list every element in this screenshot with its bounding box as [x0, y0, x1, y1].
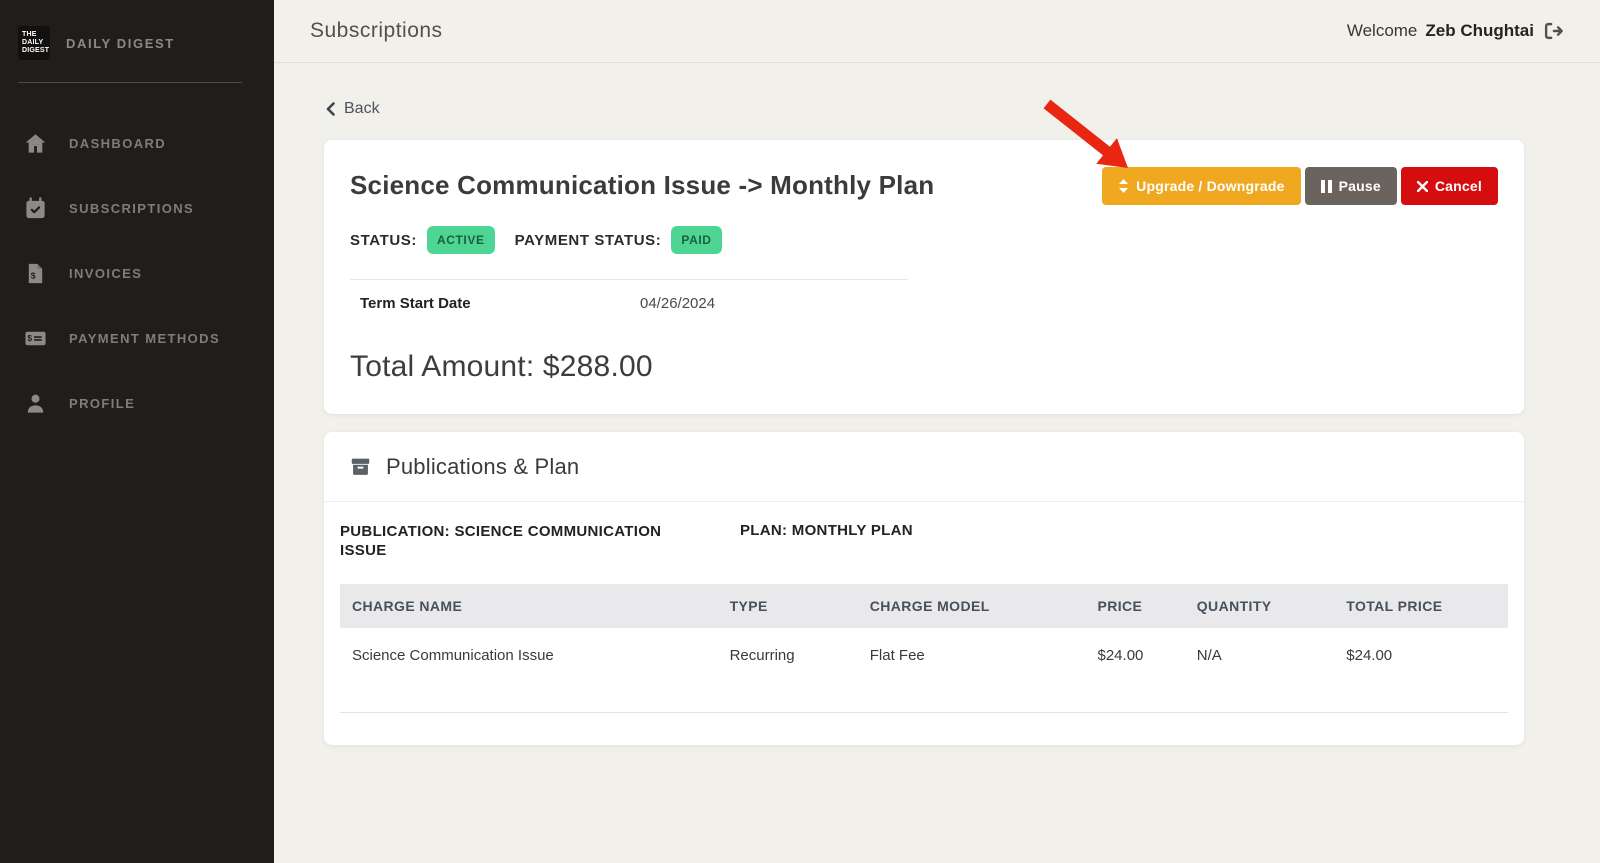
term-divider [350, 279, 908, 280]
upgrade-downgrade-button[interactable]: Upgrade / Downgrade [1102, 167, 1301, 205]
home-icon [25, 134, 46, 153]
sidebar-item-label: DASHBOARD [69, 136, 167, 151]
charges-table-header-row: CHARGE NAME TYPE CHARGE MODEL PRICE QUAN… [340, 584, 1508, 628]
cancel-label: Cancel [1434, 178, 1482, 194]
pause-label: Pause [1338, 178, 1381, 194]
invoice-icon: $ [28, 263, 43, 284]
sidebar-item-profile[interactable]: PROFILE [0, 371, 274, 436]
term-start-value: 04/26/2024 [640, 295, 716, 312]
subscription-title: Science Communication Issue -> Monthly P… [350, 170, 935, 200]
back-label: Back [344, 100, 380, 117]
user-icon [27, 394, 44, 413]
sidebar: THE DAILY DIGEST DAILY DIGEST DASHBOARD … [0, 0, 274, 863]
status-row: STATUS: ACTIVE PAYMENT STATUS: PAID [350, 226, 722, 254]
status-badge: ACTIVE [426, 226, 495, 254]
subscription-card: Science Communication Issue -> Monthly P… [324, 140, 1524, 414]
svg-text:$: $ [27, 334, 32, 343]
publications-card-title: Publications & Plan [386, 453, 580, 479]
sidebar-item-label: PROFILE [69, 396, 136, 411]
plan-label: PLAN: MONTHLY PLAN [740, 522, 913, 539]
cell-quantity: N/A [1196, 647, 1222, 664]
col-total-price: TOTAL PRICE [1336, 584, 1508, 628]
publications-card-header: Publications & Plan [324, 432, 1524, 502]
pause-icon [1320, 179, 1332, 193]
cell-type: Recurring [729, 647, 795, 664]
publication-plan-row: PUBLICATION: SCIENCE COMMUNICATION ISSUE… [340, 522, 1508, 570]
cell-charge-name: Science Communication Issue [352, 647, 554, 664]
welcome-area: Welcome Zeb Chughtai [1347, 20, 1564, 42]
publications-card-body: PUBLICATION: SCIENCE COMMUNICATION ISSUE… [324, 502, 1524, 672]
cell-total-price: $24.00 [1346, 647, 1393, 664]
col-charge-model: CHARGE MODEL [859, 584, 1088, 628]
cell-charge-model: Flat Fee [869, 647, 925, 664]
col-quantity: QUANTITY [1186, 584, 1337, 628]
chevron-left-icon [326, 102, 335, 116]
publication-label: PUBLICATION: SCIENCE COMMUNICATION ISSUE [340, 523, 662, 559]
table-row: Science Communication Issue Recurring Fl… [340, 628, 1508, 672]
card-bottom-divider [340, 712, 1508, 713]
publications-card: Publications & Plan PUBLICATION: SCIENCE… [324, 432, 1524, 745]
sidebar-item-subscriptions[interactable]: SUBSCRIPTIONS [0, 176, 274, 241]
cancel-button[interactable]: Cancel [1400, 167, 1498, 205]
brand-row: THE DAILY DIGEST DAILY DIGEST [0, 0, 274, 82]
welcome-text: Welcome [1346, 21, 1418, 40]
user-name: Zeb Chughtai [1425, 21, 1534, 40]
x-icon [1416, 180, 1428, 192]
status-label: STATUS: [350, 231, 417, 249]
col-charge-name: CHARGE NAME [340, 584, 720, 628]
term-start-row: Term Start Date 04/26/2024 [360, 295, 715, 312]
archive-box-icon [351, 458, 370, 475]
logo-line: DIGEST [22, 47, 50, 54]
sidebar-item-label: INVOICES [69, 266, 143, 281]
logo-line: THE [22, 31, 37, 38]
calendar-check-icon [26, 197, 45, 219]
col-type: TYPE [719, 584, 860, 628]
page-title: Subscriptions [310, 19, 443, 42]
payment-card-icon: $ [25, 331, 46, 346]
sidebar-item-label: SUBSCRIPTIONS [69, 201, 195, 216]
total-amount: Total Amount: $288.00 [350, 350, 653, 383]
upgrade-downgrade-label: Upgrade / Downgrade [1136, 178, 1285, 194]
brand-label: DAILY DIGEST [66, 35, 175, 51]
logout-icon[interactable] [1542, 20, 1564, 42]
col-price: PRICE [1087, 584, 1187, 628]
pause-button[interactable]: Pause [1304, 167, 1397, 205]
sidebar-item-invoices[interactable]: $ INVOICES [0, 241, 274, 306]
cell-price: $24.00 [1097, 647, 1144, 664]
term-start-label: Term Start Date [360, 295, 471, 312]
charges-table: CHARGE NAME TYPE CHARGE MODEL PRICE QUAN… [340, 584, 1508, 672]
subscription-actions: Upgrade / Downgrade Pause Cancel [1102, 167, 1498, 205]
up-down-arrows-icon [1119, 179, 1129, 193]
sidebar-item-dashboard[interactable]: DASHBOARD [0, 111, 274, 176]
daily-digest-logo: THE DAILY DIGEST [18, 26, 50, 60]
payment-status-badge: PAID [671, 226, 722, 254]
payment-status-label: PAYMENT STATUS: [514, 231, 662, 249]
svg-text:$: $ [31, 270, 36, 280]
back-link[interactable]: Back [324, 100, 380, 118]
topbar: Subscriptions Welcome Zeb Chughtai [274, 0, 1600, 63]
main-content: Back Science Communication Issue -> Mont… [274, 64, 1600, 863]
page: THE DAILY DIGEST DAILY DIGEST DASHBOARD … [0, 0, 1600, 863]
sidebar-nav: DASHBOARD SUBSCRIPTIONS $ INVOICES $ PAY… [0, 83, 274, 436]
sidebar-item-label: PAYMENT METHODS [69, 331, 221, 346]
sidebar-item-payment-methods[interactable]: $ PAYMENT METHODS [0, 306, 274, 371]
logo-line: DAILY [22, 39, 44, 46]
